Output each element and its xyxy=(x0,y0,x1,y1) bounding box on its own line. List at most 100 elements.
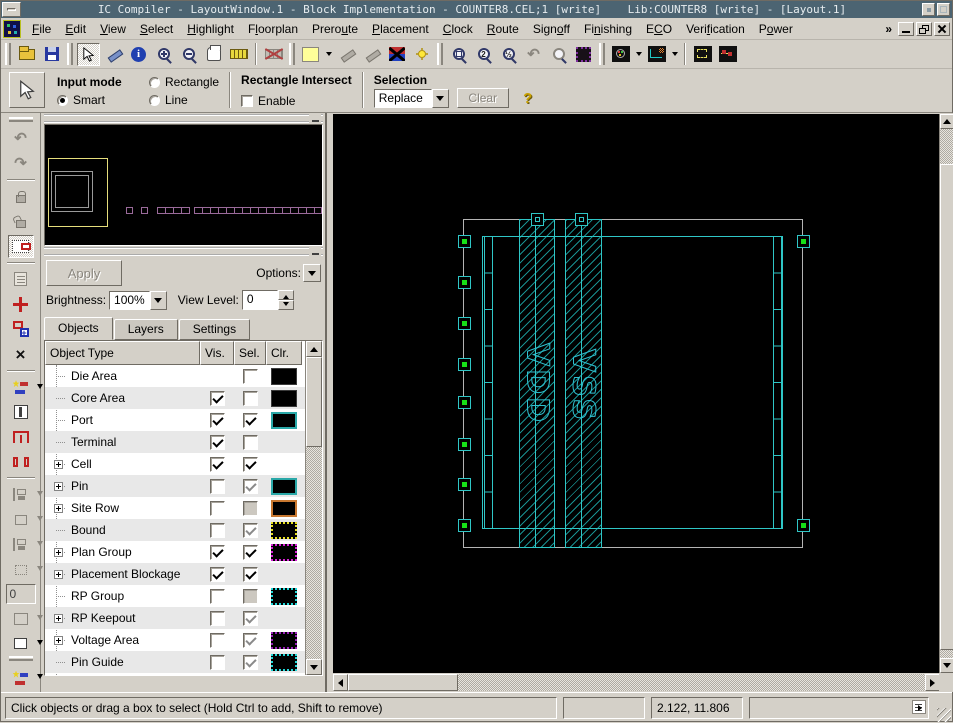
column-header-sel[interactable]: Sel. xyxy=(234,341,266,365)
options-dropdown[interactable] xyxy=(303,264,321,282)
menu-verification[interactable]: Verification xyxy=(679,19,752,39)
object-table-row[interactable]: Die Area xyxy=(45,365,305,387)
view-level-spinner[interactable]: 0 xyxy=(242,290,294,310)
left-port[interactable] xyxy=(458,438,471,451)
color-swatch[interactable] xyxy=(271,632,297,649)
help-icon[interactable]: ? xyxy=(517,87,539,109)
menu-route[interactable]: Route xyxy=(480,19,526,39)
objects-panel-header[interactable] xyxy=(44,247,323,256)
selectable-checkbox[interactable] xyxy=(243,545,258,560)
visibility-checkbox[interactable] xyxy=(210,413,225,428)
tab-layers[interactable]: Layers xyxy=(114,319,178,340)
tree-expander-icon[interactable] xyxy=(54,482,63,491)
expand-cell-button[interactable] xyxy=(691,43,714,66)
left-port[interactable] xyxy=(458,235,471,248)
tree-expander-icon[interactable] xyxy=(54,460,63,469)
brightness-combo[interactable]: 100% xyxy=(109,291,167,310)
delete-button[interactable]: × xyxy=(8,343,34,366)
menu-select[interactable]: Select xyxy=(133,19,180,39)
level-input[interactable]: 0 xyxy=(6,584,36,604)
input-mode-line-radio[interactable]: Line xyxy=(149,93,219,107)
title-maximize-button[interactable] xyxy=(937,3,950,16)
ruler-button[interactable] xyxy=(227,43,250,66)
column-header-object-type[interactable]: Object Type xyxy=(45,341,200,365)
layout-canvas[interactable]: VDD VSS xyxy=(333,114,940,673)
scroll-thumb[interactable] xyxy=(348,674,458,691)
input-mode-smart-radio[interactable]: Smart xyxy=(57,93,149,107)
visibility-checkbox[interactable] xyxy=(210,457,225,472)
object-table-row[interactable]: Voltage Area xyxy=(45,629,305,651)
scroll-up-button[interactable] xyxy=(306,341,322,357)
color-tools-button[interactable] xyxy=(8,666,34,689)
visibility-checkbox[interactable] xyxy=(210,501,225,516)
overview-collapse-button[interactable] xyxy=(309,114,321,124)
map-mode-button[interactable] xyxy=(645,43,668,66)
color-swatch[interactable] xyxy=(271,478,297,495)
child-close-button[interactable] xyxy=(934,22,950,36)
zoom-in-button[interactable] xyxy=(152,43,175,66)
scroll-trough[interactable] xyxy=(348,674,925,691)
select-rectangle-mode-button[interactable] xyxy=(8,235,34,258)
system-menu-button[interactable] xyxy=(2,2,21,17)
title-minimize-button[interactable] xyxy=(922,3,935,16)
menu-signoff[interactable]: Signoff xyxy=(526,19,577,39)
cut-shape-button[interactable] xyxy=(385,43,408,66)
scroll-down-button[interactable] xyxy=(306,659,322,675)
tab-objects[interactable]: Objects xyxy=(44,317,113,340)
highlight-button[interactable] xyxy=(572,43,595,66)
copy-button[interactable]: + xyxy=(8,318,34,341)
scroll-thumb[interactable] xyxy=(940,164,953,650)
menu-clock[interactable]: Clock xyxy=(436,19,480,39)
object-table-row[interactable]: Port xyxy=(45,409,305,431)
toolbar-grip[interactable] xyxy=(437,43,443,65)
object-table-row[interactable]: Site Row xyxy=(45,497,305,519)
left-port[interactable] xyxy=(458,519,471,532)
overview-panel-header[interactable] xyxy=(44,114,323,123)
color-swatch-button[interactable] xyxy=(299,43,322,66)
overview-minimap[interactable] xyxy=(44,124,323,246)
color-swatch-dropdown[interactable] xyxy=(323,43,334,66)
object-table-row[interactable]: Cell xyxy=(45,453,305,475)
layer-view-dropdown[interactable] xyxy=(633,43,644,66)
column-header-clr[interactable]: Clr. xyxy=(266,341,302,365)
color-swatch[interactable] xyxy=(271,588,297,605)
tree-expander-icon[interactable] xyxy=(54,504,63,513)
brightness-dropdown[interactable] xyxy=(150,291,167,310)
objects-collapse-button[interactable] xyxy=(309,247,321,257)
object-table-row[interactable]: Bound xyxy=(45,519,305,541)
menu-overflow-chevron[interactable]: » xyxy=(885,22,892,36)
view-level-down-button[interactable] xyxy=(278,300,294,310)
create-shape-button[interactable] xyxy=(8,632,34,655)
scroll-right-button[interactable] xyxy=(925,674,940,691)
right-port[interactable] xyxy=(797,235,810,248)
menu-placement[interactable]: Placement xyxy=(365,19,436,39)
tree-expander-icon[interactable] xyxy=(54,636,63,645)
selection-mode-dropdown[interactable] xyxy=(432,89,449,108)
move-button[interactable] xyxy=(8,293,34,316)
color-swatch[interactable] xyxy=(271,390,297,407)
color-swatch[interactable] xyxy=(271,500,297,517)
selectable-checkbox[interactable] xyxy=(243,523,258,538)
object-table-row[interactable]: Plan Group xyxy=(45,541,305,563)
selectable-checkbox[interactable] xyxy=(243,457,258,472)
object-table-row[interactable]: Pin Guide xyxy=(45,651,305,673)
pan-button[interactable] xyxy=(202,43,225,66)
visibility-checkbox[interactable] xyxy=(210,567,225,582)
visibility-checkbox[interactable] xyxy=(210,479,225,494)
toolbar-grip[interactable] xyxy=(9,117,33,122)
visibility-checkbox[interactable] xyxy=(210,589,225,604)
selectable-checkbox[interactable] xyxy=(243,435,258,450)
menu-highlight[interactable]: Highlight xyxy=(180,19,241,39)
visibility-checkbox[interactable] xyxy=(210,391,225,406)
toolbar-grip[interactable] xyxy=(9,656,33,661)
selectable-checkbox[interactable] xyxy=(243,589,258,604)
selectable-checkbox[interactable] xyxy=(243,413,258,428)
select-mode-button[interactable] xyxy=(9,72,45,108)
scroll-left-button[interactable] xyxy=(333,674,348,691)
selectable-checkbox[interactable] xyxy=(243,369,258,384)
selectable-checkbox[interactable] xyxy=(243,567,258,582)
left-port[interactable] xyxy=(458,317,471,330)
selectable-checkbox[interactable] xyxy=(243,655,258,670)
menu-finishing[interactable]: Finishing xyxy=(577,19,639,39)
open-button[interactable] xyxy=(15,43,38,66)
